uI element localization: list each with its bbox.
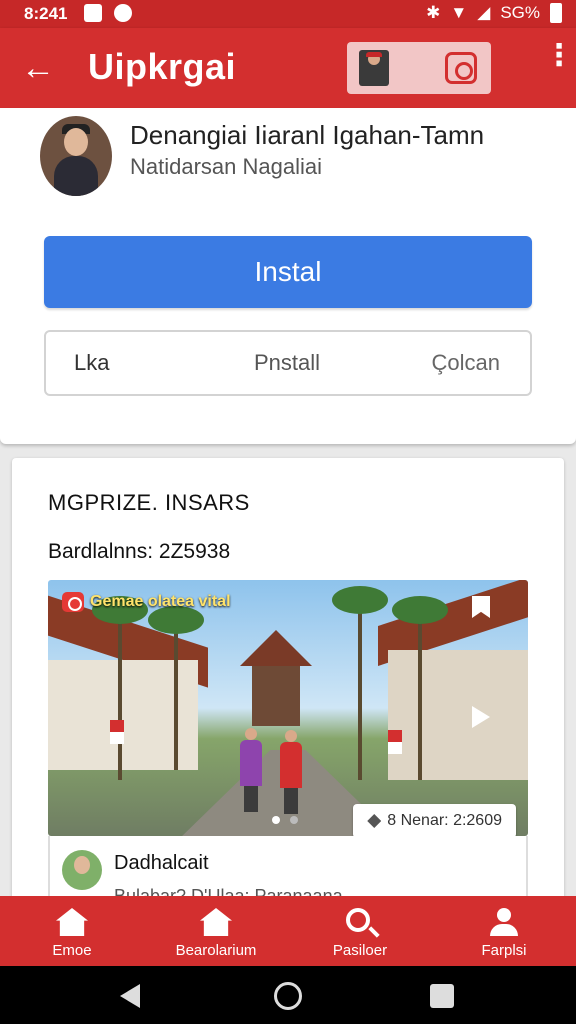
mail-icon bbox=[84, 4, 102, 22]
notification-icon bbox=[114, 4, 132, 22]
carousel-dots bbox=[272, 816, 298, 824]
action-row: Lka Pnstall Çolcan bbox=[44, 330, 532, 396]
nav-item-browse[interactable]: Bearolarium bbox=[144, 896, 288, 966]
home-icon bbox=[56, 908, 88, 936]
person-icon bbox=[488, 908, 520, 936]
downloads-count: Bardlalnns: 2Z5938 bbox=[48, 540, 231, 563]
search-icon bbox=[346, 908, 370, 932]
banner-label-text: Gemae olatea vital bbox=[90, 593, 231, 610]
status-time: 8:241 bbox=[24, 4, 68, 23]
person-figure bbox=[280, 730, 302, 814]
nav-item-profile[interactable]: Farplsi bbox=[432, 896, 576, 966]
avatar bbox=[359, 50, 389, 86]
developer-avatar bbox=[40, 116, 112, 196]
views-text: 8 Nenar: 2:2609 bbox=[387, 812, 502, 829]
install-button[interactable]: Instal bbox=[44, 236, 532, 308]
system-navigation-bar bbox=[0, 966, 576, 1024]
carousel-dot-active[interactable] bbox=[272, 816, 280, 824]
banner-label: Gemae olatea vital bbox=[62, 592, 231, 612]
bluetooth-icon: ✱ bbox=[426, 3, 441, 22]
app-header-card: Denangiai Iiaranl Igahan-Tamn Natidarsan… bbox=[0, 108, 576, 444]
camera-icon bbox=[62, 592, 84, 612]
back-arrow-icon[interactable]: ← bbox=[16, 46, 60, 90]
app-name: Denangiai Iiaranl Igahan-Tamn bbox=[130, 120, 485, 150]
home-icon bbox=[200, 908, 232, 936]
section-title: MGPRIZE. INSARS bbox=[48, 490, 250, 515]
collection-button[interactable]: Çolcan bbox=[432, 332, 500, 394]
battery-percent: SG% bbox=[500, 3, 540, 22]
app-bar: ← Uipkrgai ⋮ bbox=[0, 28, 576, 108]
profile-preview-chip[interactable] bbox=[347, 42, 491, 94]
preinstall-button[interactable]: Pnstall bbox=[254, 332, 320, 394]
system-back-icon[interactable] bbox=[120, 984, 140, 1008]
reviewer-avatar bbox=[62, 850, 102, 890]
status-bar: 8:241 ✱ ▼ ◢ SG% bbox=[0, 0, 576, 28]
nav-label: Emoe bbox=[52, 942, 92, 959]
system-home-icon[interactable] bbox=[274, 982, 302, 1010]
camera-icon[interactable] bbox=[445, 52, 477, 84]
views-badge: 8 Nenar: 2:2609 bbox=[353, 804, 516, 836]
nav-label: Farplsi bbox=[481, 942, 527, 959]
views-icon bbox=[367, 814, 382, 828]
temple-roof bbox=[240, 630, 312, 666]
screenshot-banner[interactable]: Gemae olatea vital 8 Nenar: 2:2609 bbox=[48, 580, 528, 836]
person-figure bbox=[240, 728, 262, 812]
like-button[interactable]: Lka bbox=[74, 332, 109, 394]
developer-name[interactable]: Natidarsan Nagaliai bbox=[130, 154, 322, 180]
reviewer-name: Dadhalcait bbox=[114, 852, 209, 874]
battery-icon bbox=[550, 3, 562, 23]
nav-item-search[interactable]: Pasiloer bbox=[288, 896, 432, 966]
details-card: MGPRIZE. INSARS Bardlalnns: 2Z5938 Gemae… bbox=[12, 458, 564, 908]
wifi-icon: ▼ bbox=[450, 3, 468, 22]
status-icons: ✱ ▼ ◢ SG% bbox=[426, 3, 562, 23]
nav-item-home[interactable]: Emoe bbox=[0, 896, 144, 966]
nav-label: Bearolarium bbox=[175, 942, 257, 959]
page-title: Uipkrgai bbox=[88, 46, 237, 87]
bottom-navigation: Emoe Bearolarium Pasiloer Farplsi bbox=[0, 896, 576, 966]
carousel-dot[interactable] bbox=[290, 816, 298, 824]
system-recents-icon[interactable] bbox=[430, 984, 454, 1008]
next-arrow-icon[interactable] bbox=[472, 706, 490, 728]
more-vert-icon[interactable]: ⋮ bbox=[544, 41, 574, 86]
signal-icon: ◢ bbox=[477, 3, 491, 22]
nav-label: Pasiloer bbox=[332, 942, 388, 959]
